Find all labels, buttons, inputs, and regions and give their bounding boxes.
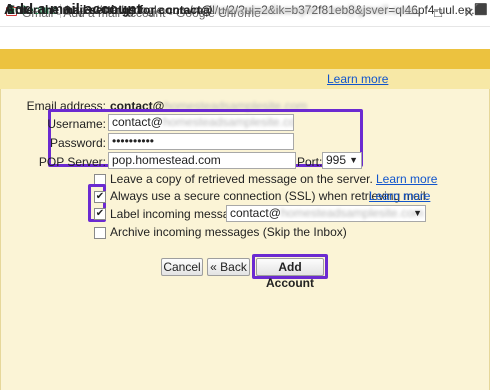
settings-subheader bbox=[0, 69, 490, 89]
settings-instruction: Enter the mail settings for contact@home… bbox=[7, 3, 417, 17]
username-blurred: homesteadsamplesite.com bbox=[162, 115, 294, 129]
leave-copy-learn-more[interactable]: Learn more bbox=[376, 172, 437, 186]
back-button[interactable]: « Back bbox=[207, 258, 250, 276]
port-select[interactable]: 995 ▼ bbox=[322, 152, 362, 169]
pop-server-label: POP Server: bbox=[38, 155, 106, 169]
label-select-text: contact@ bbox=[230, 206, 281, 220]
cancel-button[interactable]: Cancel bbox=[161, 258, 203, 276]
ssl-checkbox[interactable]: ✔ bbox=[94, 191, 106, 203]
label-incoming-checkbox[interactable]: ✔ bbox=[94, 208, 106, 220]
label-select-blurred: homesteadsamplesite.com bbox=[280, 206, 424, 220]
label-select[interactable]: contact@homesteadsamplesite.com ▼ bbox=[226, 205, 426, 222]
address-bar[interactable] bbox=[0, 27, 490, 50]
password-field[interactable]: •••••••••• bbox=[108, 133, 294, 150]
add-account-button[interactable]: Add Account bbox=[256, 258, 324, 290]
settings-prefix: Enter the mail settings for contact@ bbox=[7, 3, 213, 17]
password-label: Password: bbox=[49, 136, 106, 150]
page-header bbox=[0, 49, 490, 69]
port-value: 995 bbox=[326, 153, 347, 167]
chevron-down-icon: ▼ bbox=[349, 155, 358, 165]
port-label: Port: bbox=[297, 155, 323, 169]
username-field[interactable]: contact@homesteadsamplesite.com bbox=[108, 114, 294, 131]
settings-email-blurred: homesteadsample.com@gmail.com bbox=[212, 3, 417, 17]
extension-icon[interactable]: ⬛ bbox=[474, 3, 488, 16]
learn-more-link[interactable]: Learn more bbox=[327, 72, 388, 86]
username-label: Username: bbox=[47, 117, 106, 131]
chevron-down-icon: ▼ bbox=[413, 208, 422, 218]
pop-server-field[interactable]: pop.homestead.com bbox=[108, 152, 296, 169]
username-text: contact@ bbox=[112, 115, 163, 129]
ssl-learn-more[interactable]: Learn more bbox=[369, 189, 430, 203]
archive-label: Archive incoming messages (Skip the Inbo… bbox=[110, 225, 347, 239]
leave-copy-label: Leave a copy of retrieved message on the… bbox=[110, 172, 373, 186]
archive-checkbox[interactable] bbox=[94, 227, 106, 239]
